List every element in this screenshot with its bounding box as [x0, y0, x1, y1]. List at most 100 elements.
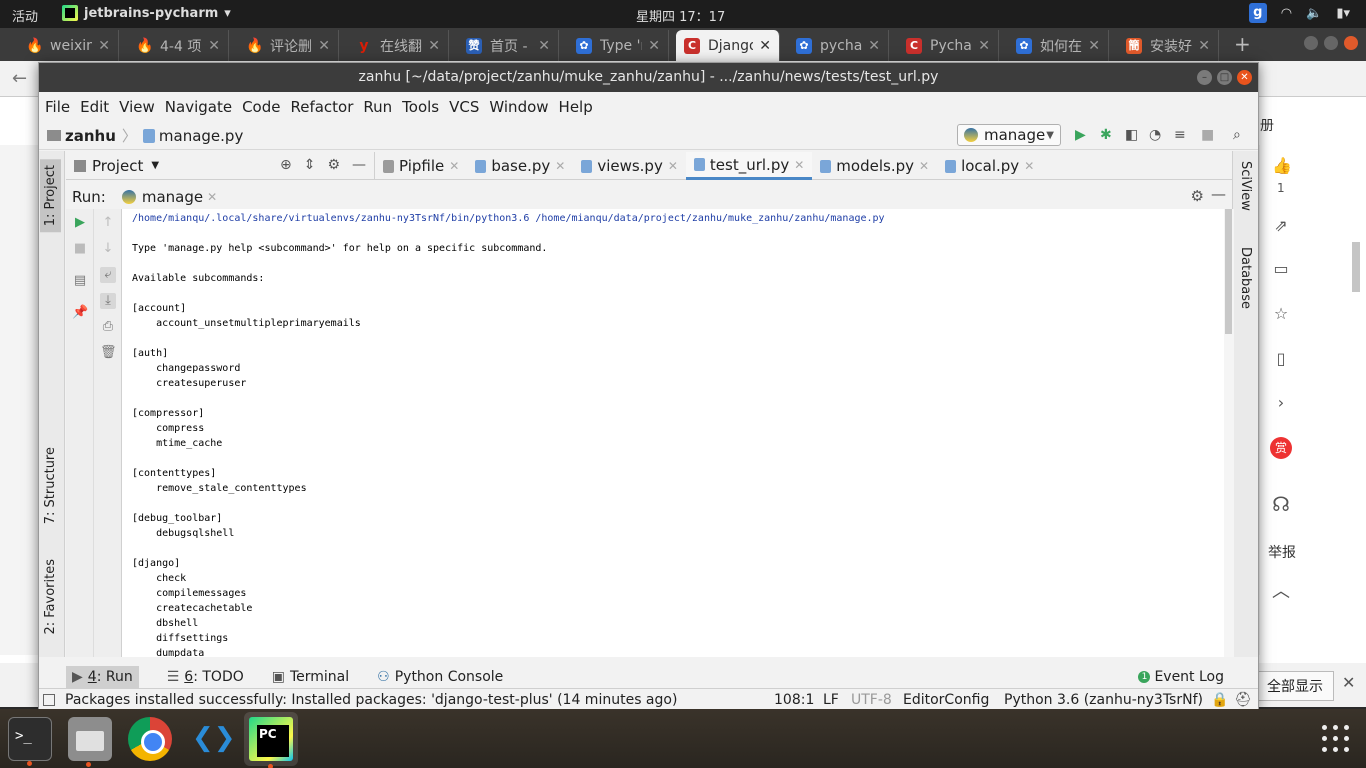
- browser-tab[interactable]: C Pychar✕: [898, 30, 999, 61]
- chevron-down-icon[interactable]: ▼: [151, 160, 159, 171]
- file-encoding[interactable]: UTF-8: [851, 692, 892, 708]
- line-separator[interactable]: LF: [823, 692, 839, 708]
- browser-tab[interactable]: ✿ pychar✕: [788, 30, 889, 61]
- close-icon[interactable]: ✕: [1198, 38, 1210, 54]
- close-icon[interactable]: ✕: [1088, 38, 1100, 54]
- menu-vcs[interactable]: VCS: [449, 98, 479, 116]
- search-icon[interactable]: ⌕: [1233, 127, 1241, 143]
- pycharm-app-icon[interactable]: [244, 712, 298, 768]
- trash-icon[interactable]: 🗑: [100, 345, 117, 361]
- browser-tab[interactable]: 簡 安装好 ✕: [1118, 30, 1219, 61]
- tool-event-log[interactable]: 1 Event Log: [1138, 669, 1224, 685]
- locate-icon[interactable]: ⊕: [280, 157, 292, 173]
- gear-icon[interactable]: ⚙: [1191, 187, 1204, 205]
- tab-database[interactable]: Database: [1238, 247, 1253, 309]
- project-view-select[interactable]: Project: [92, 157, 143, 175]
- minimize-icon[interactable]: –: [1197, 70, 1212, 85]
- browser-tab[interactable]: 🔥 评论删 ✕: [238, 30, 339, 61]
- menu-window[interactable]: Window: [489, 98, 548, 116]
- share-icon[interactable]: ⇗: [1272, 217, 1290, 235]
- activities-button[interactable]: 活动: [12, 6, 38, 25]
- menu-tools[interactable]: Tools: [402, 98, 439, 116]
- print-icon[interactable]: ⎙: [100, 319, 116, 335]
- python-interpreter[interactable]: Python 3.6 (zanhu-ny3TsrNf): [1004, 692, 1203, 708]
- window-title-bar[interactable]: zanhu [~/data/project/zanhu/muke_zanhu/z…: [39, 63, 1258, 92]
- thumbs-up-icon[interactable]: 👍: [1272, 157, 1292, 175]
- concurrency-icon[interactable]: ≡: [1174, 127, 1186, 143]
- stop-icon[interactable]: ■: [1201, 127, 1214, 143]
- browser-tab[interactable]: ✿ 如何在 ✕: [1008, 30, 1109, 61]
- maximize-icon[interactable]: [1324, 36, 1338, 50]
- tool-run[interactable]: ▶ 4: Run: [66, 666, 139, 688]
- browser-tab[interactable]: ✿ Type 'n✕: [568, 30, 669, 61]
- caret-position[interactable]: 108:1: [774, 692, 814, 708]
- status-message[interactable]: Packages installed successfully: Install…: [65, 692, 677, 708]
- tab-favorites[interactable]: 2: Favorites: [43, 559, 58, 635]
- editorconfig-indicator[interactable]: EditorConfig: [903, 692, 989, 708]
- debug-icon[interactable]: ✱: [1100, 127, 1112, 143]
- chevron-right-icon[interactable]: ›: [1272, 394, 1290, 412]
- browser-tab[interactable]: 赞 首页 - ✕: [458, 30, 559, 61]
- browser-tab[interactable]: 🔥 weixin ✕: [18, 30, 119, 61]
- browser-tab-active[interactable]: C Django ✕: [676, 30, 780, 61]
- app-menu[interactable]: jetbrains-pycharm ▾: [62, 5, 231, 21]
- toggle-tool-windows-icon[interactable]: [43, 693, 55, 706]
- reward-button[interactable]: 赏: [1270, 437, 1292, 459]
- chrome-app-icon[interactable]: [128, 717, 172, 761]
- register-link[interactable]: 册: [1260, 115, 1274, 135]
- star-icon[interactable]: ☆: [1272, 305, 1290, 323]
- chevron-up-icon[interactable]: ︿: [1272, 583, 1290, 601]
- tab-views-py[interactable]: views.py ✕: [573, 152, 686, 180]
- close-icon[interactable]: ✕: [978, 38, 990, 54]
- browser-tab[interactable]: y 在线翻 ✕: [348, 30, 449, 61]
- tab-sciview[interactable]: SciView: [1238, 161, 1253, 211]
- tool-todo[interactable]: ☰ 6: TODO: [167, 669, 244, 685]
- lock-icon[interactable]: 🔒: [1211, 692, 1228, 708]
- tab-test-url-py[interactable]: test_url.py ✕: [685, 152, 813, 180]
- menu-code[interactable]: Code: [242, 98, 280, 116]
- tab-base-py[interactable]: base.py ✕: [467, 152, 573, 180]
- hide-icon[interactable]: —: [352, 157, 366, 173]
- close-icon[interactable]: ✕: [1237, 70, 1252, 85]
- tab-models-py[interactable]: models.py ✕: [812, 152, 937, 180]
- show-all-button[interactable]: 全部显示: [1256, 671, 1334, 701]
- close-icon[interactable]: ✕: [1024, 159, 1034, 173]
- scroll-to-end-icon[interactable]: ⤓: [100, 293, 116, 309]
- minimize-icon[interactable]: [1304, 36, 1318, 50]
- run-tab-manage[interactable]: manage ✕: [121, 188, 217, 206]
- tool-python-console[interactable]: ⚇ Python Console: [377, 669, 503, 685]
- gear-icon[interactable]: ⚙: [327, 157, 340, 173]
- clock[interactable]: 星期四 17：17: [636, 6, 725, 25]
- close-icon[interactable]: ✕: [648, 38, 660, 54]
- files-app-icon[interactable]: [68, 717, 112, 767]
- tab-pipfile[interactable]: Pipfile ✕: [375, 152, 467, 180]
- menu-view[interactable]: View: [119, 98, 155, 116]
- stop-icon[interactable]: ■: [72, 241, 88, 257]
- arrow-down-icon[interactable]: ↓: [100, 241, 116, 257]
- battery-icon[interactable]: ▮▾: [1336, 6, 1350, 21]
- close-icon[interactable]: ✕: [428, 38, 440, 54]
- hide-icon[interactable]: —: [1211, 185, 1226, 203]
- headset-icon[interactable]: ☊: [1272, 494, 1290, 514]
- rerun-icon[interactable]: ▶: [72, 215, 88, 231]
- wifi-icon[interactable]: ◠: [1281, 6, 1292, 21]
- system-tray[interactable]: g ◠ 🔈 ▮▾: [1248, 3, 1350, 23]
- close-icon[interactable]: ✕: [759, 38, 771, 54]
- comment-icon[interactable]: ▭: [1272, 260, 1290, 278]
- run-icon[interactable]: ▶: [1075, 127, 1086, 143]
- maximize-icon[interactable]: □: [1217, 70, 1232, 85]
- tab-project[interactable]: 1: Project: [40, 159, 61, 233]
- menu-navigate[interactable]: Navigate: [165, 98, 232, 116]
- tab-structure[interactable]: 7: Structure: [43, 447, 58, 524]
- inspector-icon[interactable]: ⛑: [1234, 692, 1252, 708]
- close-icon[interactable]: ✕: [794, 158, 804, 172]
- menu-help[interactable]: Help: [559, 98, 593, 116]
- back-arrow-icon[interactable]: ←: [12, 68, 27, 89]
- tab-local-py[interactable]: local.py ✕: [937, 152, 1042, 180]
- close-icon[interactable]: ✕: [668, 159, 678, 173]
- breadcrumb-file[interactable]: manage.py: [159, 127, 243, 145]
- close-icon[interactable]: ✕: [555, 159, 565, 173]
- show-applications-icon[interactable]: [1322, 725, 1350, 753]
- volume-icon[interactable]: 🔈: [1306, 6, 1322, 21]
- close-icon[interactable]: ✕: [98, 38, 110, 54]
